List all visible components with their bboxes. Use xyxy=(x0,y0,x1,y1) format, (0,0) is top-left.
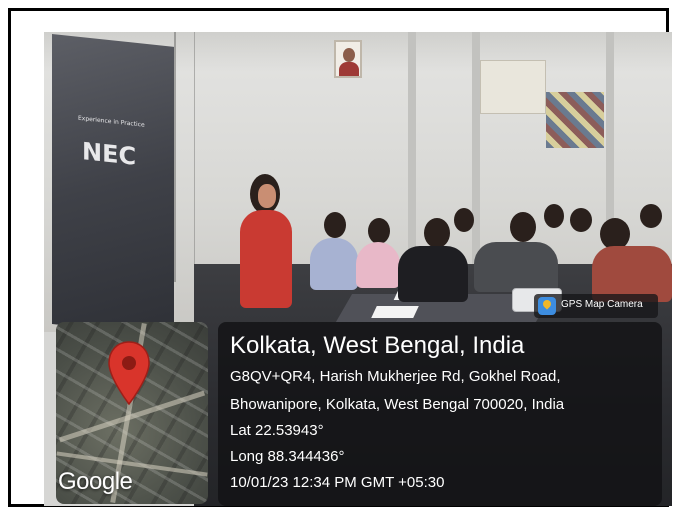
wall-pillar xyxy=(472,32,480,282)
screen-caption: Experience in Practice xyxy=(78,114,145,129)
gps-camera-label: GPS Map Camera xyxy=(561,299,643,310)
presenter-face xyxy=(258,184,276,208)
student-top xyxy=(356,242,400,288)
student-hair xyxy=(570,208,592,232)
student-hair xyxy=(640,204,662,228)
latitude-readout: Lat 22.53943° xyxy=(230,422,324,439)
location-info-panel: Kolkata, West Bengal, India G8QV+QR4, Ha… xyxy=(218,322,662,506)
wall-portrait xyxy=(334,40,362,78)
address-line-1: G8QV+QR4, Harish Mukherjee Rd, Gokhel Ro… xyxy=(230,368,561,385)
student-top xyxy=(310,238,358,290)
presenter-dress xyxy=(240,210,292,308)
student-top xyxy=(398,246,468,302)
gps-camera-badge: GPS Map Camera xyxy=(534,294,658,318)
student-top xyxy=(474,242,558,292)
map-thumbnail: Google xyxy=(56,322,208,504)
notice-board xyxy=(546,92,604,148)
student-hair xyxy=(324,212,346,238)
location-title: Kolkata, West Bengal, India xyxy=(230,332,525,359)
wall-pillar xyxy=(408,32,416,282)
map-pin-app-icon xyxy=(538,297,556,315)
classroom-photo: Experience in Practice NEC GPS Map Camer… xyxy=(44,32,672,506)
student-hair xyxy=(544,204,564,228)
screen-brand: NEC xyxy=(82,137,137,171)
portrait-body xyxy=(339,62,359,76)
timestamp: 10/01/23 12:34 PM GMT +05:30 xyxy=(230,474,445,491)
address-line-2: Bhowanipore, Kolkata, West Bengal 700020… xyxy=(230,396,565,413)
paper-sheet xyxy=(371,306,419,318)
student-hair xyxy=(424,218,450,248)
longitude-readout: Long 88.344436° xyxy=(230,448,345,465)
image-border: Experience in Practice NEC GPS Map Camer… xyxy=(8,8,672,507)
student-hair xyxy=(510,212,536,242)
projection-screen: Experience in Practice NEC xyxy=(52,34,174,337)
student-hair xyxy=(368,218,390,244)
student-hair xyxy=(454,208,474,232)
google-watermark: Google xyxy=(58,468,133,495)
wall-cable xyxy=(174,32,195,282)
wall-chart xyxy=(480,60,546,114)
location-pin-icon xyxy=(108,341,150,406)
portrait-face xyxy=(343,48,355,62)
